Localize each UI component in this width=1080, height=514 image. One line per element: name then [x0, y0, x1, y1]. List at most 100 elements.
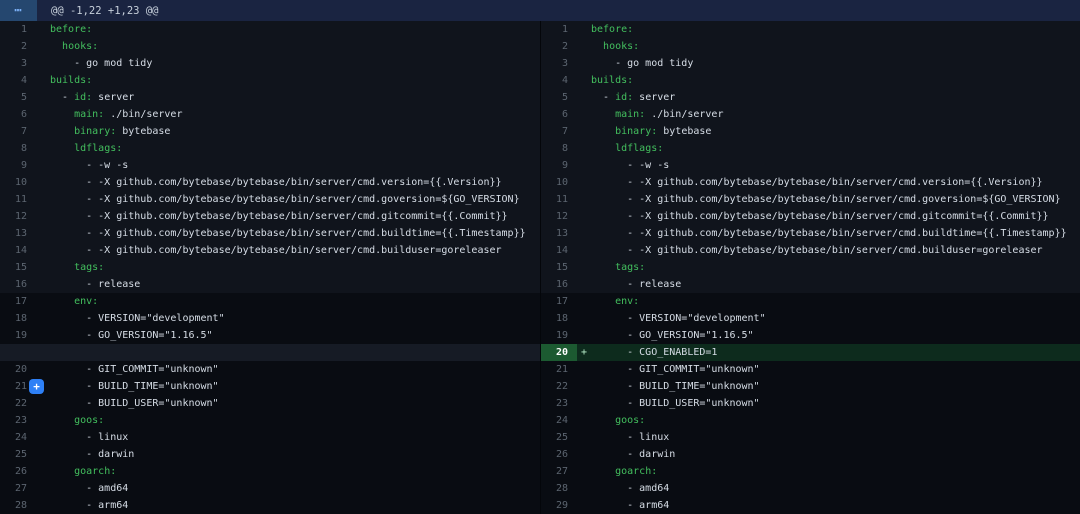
line-number[interactable]: 24 — [0, 429, 36, 446]
diff-line: 21 - BUILD_TIME="unknown"+ — [0, 378, 540, 395]
expand-hunk-button[interactable]: ⋯ — [0, 0, 37, 21]
code-token: - GIT_COMMIT="unknown" — [591, 364, 760, 375]
code-text: hooks: — [50, 38, 98, 55]
code-text: - id: server — [591, 89, 675, 106]
code-text: tags: — [50, 259, 104, 276]
line-number[interactable]: 18 — [0, 310, 36, 327]
line-number[interactable]: 17 — [0, 293, 36, 310]
line-number[interactable]: 29 — [541, 497, 577, 514]
code-token: - GO_VERSION="1.16.5" — [50, 330, 213, 341]
line-number[interactable]: 7 — [541, 123, 577, 140]
line-number[interactable]: 12 — [0, 208, 36, 225]
line-number[interactable]: 26 — [541, 446, 577, 463]
line-number[interactable]: 15 — [0, 259, 36, 276]
split-diff-viewer: ⋯ @@ -1,22 +1,23 @@ 1before:2 hooks:3 - … — [0, 0, 1080, 514]
diff-line: 21 - GIT_COMMIT="unknown" — [541, 361, 1080, 378]
code-text: - -w -s — [50, 157, 128, 174]
code-text: binary: bytebase — [591, 123, 711, 140]
add-comment-button[interactable]: + — [29, 379, 44, 394]
line-number[interactable]: 1 — [541, 21, 577, 38]
code-text: - -X github.com/bytebase/bytebase/bin/se… — [50, 225, 526, 242]
line-number[interactable]: 8 — [0, 140, 36, 157]
line-number[interactable]: 16 — [541, 276, 577, 293]
line-number[interactable]: 3 — [0, 55, 36, 72]
line-number[interactable]: 14 — [541, 242, 577, 259]
diff-change-marker — [577, 293, 591, 310]
line-number[interactable]: 21 — [541, 361, 577, 378]
yaml-key-token: goarch: — [615, 466, 657, 477]
line-number[interactable]: 5 — [0, 89, 36, 106]
yaml-key-token: binary: — [615, 126, 657, 137]
line-number[interactable]: 26 — [0, 463, 36, 480]
yaml-key-token: binary: — [74, 126, 116, 137]
diff-line: 28 - arm64 — [0, 497, 540, 514]
code-text: hooks: — [591, 38, 639, 55]
line-number[interactable]: 8 — [541, 140, 577, 157]
line-number[interactable]: 6 — [541, 106, 577, 123]
line-number[interactable]: 20 — [0, 361, 36, 378]
line-number[interactable]: 12 — [541, 208, 577, 225]
line-number[interactable]: 24 — [541, 412, 577, 429]
yaml-key-token: ldflags: — [615, 143, 663, 154]
line-number[interactable]: 19 — [0, 327, 36, 344]
code-token: - linux — [50, 432, 128, 443]
line-number[interactable]: 3 — [541, 55, 577, 72]
diff-change-marker — [577, 225, 591, 242]
code-token: ./bin/server — [104, 109, 182, 120]
line-number[interactable]: 28 — [541, 480, 577, 497]
line-number[interactable]: 25 — [541, 429, 577, 446]
diff-line: 8 ldflags: — [541, 140, 1080, 157]
diff-line: 24 - linux — [0, 429, 540, 446]
line-number[interactable]: 18 — [541, 310, 577, 327]
diff-line: 9 - -w -s — [541, 157, 1080, 174]
diff-pane-old: 1before:2 hooks:3 - go mod tidy4builds:5… — [0, 21, 540, 514]
line-number[interactable]: 9 — [541, 157, 577, 174]
hunk-range-label: @@ -1,22 +1,23 @@ — [51, 5, 158, 17]
line-number[interactable]: 2 — [541, 38, 577, 55]
code-token: - -X github.com/bytebase/bytebase/bin/se… — [50, 228, 526, 239]
code-token: - BUILD_USER="unknown" — [591, 398, 760, 409]
code-text: - go mod tidy — [50, 55, 152, 72]
line-number[interactable]: 10 — [541, 174, 577, 191]
line-number[interactable]: 14 — [0, 242, 36, 259]
line-number[interactable]: 25 — [0, 446, 36, 463]
line-number[interactable]: 22 — [541, 378, 577, 395]
line-number[interactable]: 2 — [0, 38, 36, 55]
diff-change-marker — [577, 327, 591, 344]
line-number[interactable]: 6 — [0, 106, 36, 123]
line-number[interactable]: 17 — [541, 293, 577, 310]
line-number[interactable]: 23 — [0, 412, 36, 429]
line-number[interactable]: 10 — [0, 174, 36, 191]
line-number[interactable]: 28 — [0, 497, 36, 514]
diff-line: 22 - BUILD_TIME="unknown" — [541, 378, 1080, 395]
line-number[interactable]: 23 — [541, 395, 577, 412]
line-number[interactable]: 4 — [541, 72, 577, 89]
line-number[interactable]: 1 — [0, 21, 36, 38]
code-text: env: — [591, 293, 639, 310]
code-token: - GIT_COMMIT="unknown" — [50, 364, 219, 375]
line-number[interactable]: 27 — [0, 480, 36, 497]
code-token — [50, 262, 74, 273]
line-number[interactable]: 7 — [0, 123, 36, 140]
line-number[interactable]: 4 — [0, 72, 36, 89]
diff-line: 14 - -X github.com/bytebase/bytebase/bin… — [541, 242, 1080, 259]
line-number[interactable]: 16 — [0, 276, 36, 293]
line-number[interactable]: 19 — [541, 327, 577, 344]
diff-line: 2 hooks: — [541, 38, 1080, 55]
line-number[interactable]: 22 — [0, 395, 36, 412]
code-text: before: — [50, 21, 92, 38]
line-number[interactable]: 9 — [0, 157, 36, 174]
line-number[interactable]: 20 — [541, 344, 577, 361]
code-text: - -X github.com/bytebase/bytebase/bin/se… — [591, 225, 1067, 242]
code-token — [50, 109, 74, 120]
diff-line: 11 - -X github.com/bytebase/bytebase/bin… — [541, 191, 1080, 208]
line-number[interactable]: 13 — [541, 225, 577, 242]
line-number[interactable]: 13 — [0, 225, 36, 242]
code-token: - -X github.com/bytebase/bytebase/bin/se… — [50, 177, 502, 188]
line-number[interactable]: 11 — [541, 191, 577, 208]
line-number[interactable]: 11 — [0, 191, 36, 208]
line-number[interactable]: 5 — [541, 89, 577, 106]
line-number[interactable]: 27 — [541, 463, 577, 480]
line-number[interactable]: 15 — [541, 259, 577, 276]
diff-change-marker — [577, 497, 591, 514]
